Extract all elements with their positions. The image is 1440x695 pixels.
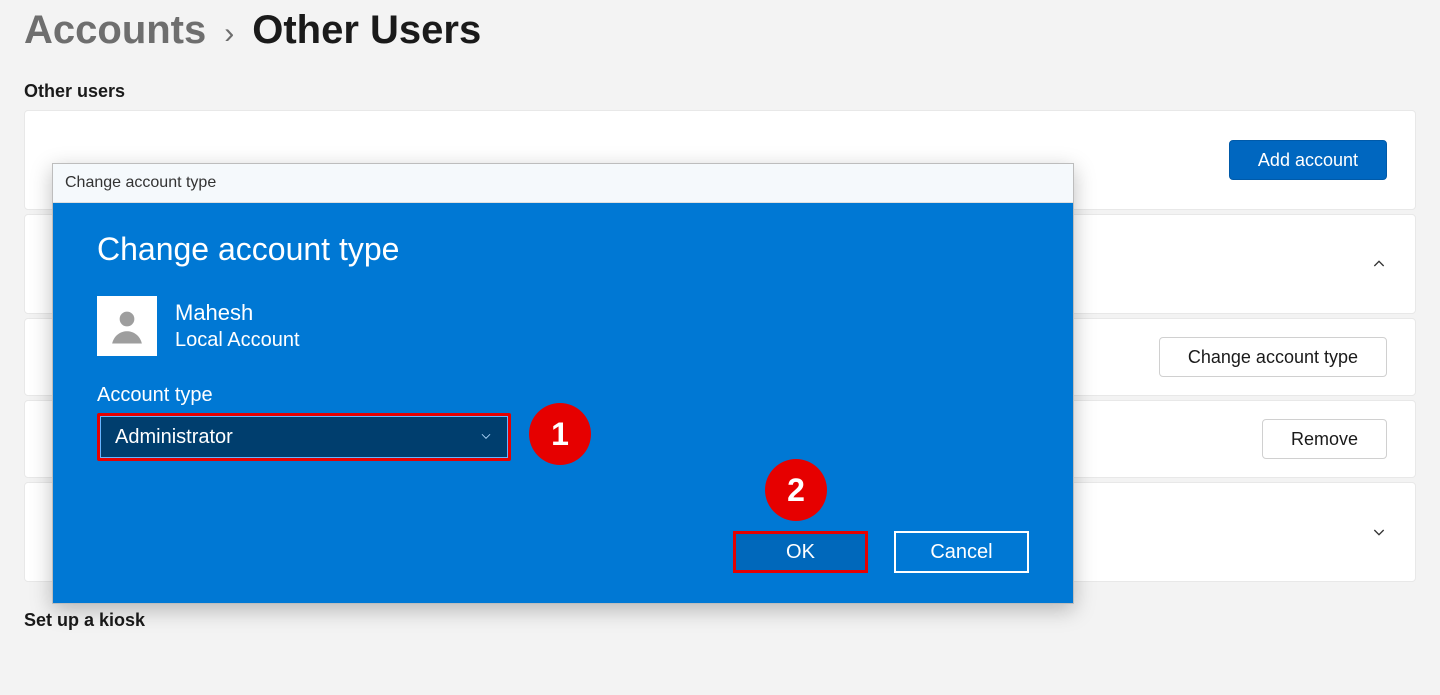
dialog-actions: 2 OK Cancel bbox=[97, 531, 1029, 573]
chevron-down-icon bbox=[479, 426, 493, 449]
ok-button[interactable]: OK bbox=[733, 531, 868, 573]
dialog-titlebar: Change account type bbox=[53, 164, 1073, 203]
cancel-button[interactable]: Cancel bbox=[894, 531, 1029, 573]
annotation-badge-1: 1 bbox=[529, 403, 591, 465]
dialog-user-kind: Local Account bbox=[175, 327, 300, 353]
dialog-heading: Change account type bbox=[97, 231, 1029, 268]
breadcrumb: Accounts › Other Users bbox=[0, 0, 1440, 81]
section-other-users-label: Other users bbox=[0, 81, 1440, 110]
chevron-up-icon bbox=[1371, 256, 1387, 272]
change-account-type-button[interactable]: Change account type bbox=[1159, 337, 1387, 377]
breadcrumb-current: Other Users bbox=[252, 8, 481, 53]
dialog-user-row: Mahesh Local Account bbox=[97, 296, 1029, 356]
account-type-select[interactable]: Administrator bbox=[100, 416, 508, 458]
dialog-user-name: Mahesh bbox=[175, 299, 300, 328]
account-type-select-value: Administrator bbox=[115, 426, 233, 449]
annotation-highlight-1: Administrator bbox=[97, 413, 511, 461]
breadcrumb-parent[interactable]: Accounts bbox=[24, 8, 206, 53]
chevron-down-icon bbox=[1371, 524, 1387, 540]
annotation-badge-2: 2 bbox=[765, 459, 827, 521]
add-account-button[interactable]: Add account bbox=[1229, 140, 1387, 180]
remove-user-button[interactable]: Remove bbox=[1262, 419, 1387, 459]
user-avatar-icon bbox=[97, 296, 157, 356]
breadcrumb-separator-icon: › bbox=[224, 17, 234, 51]
change-account-type-dialog: Change account type Change account type … bbox=[52, 163, 1074, 604]
